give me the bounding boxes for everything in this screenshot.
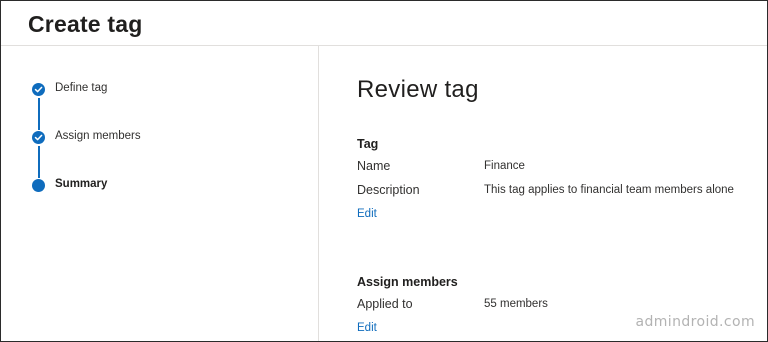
- step-label: Define tag: [55, 82, 108, 94]
- step-assign-members[interactable]: Assign members: [31, 130, 231, 146]
- step-summary[interactable]: Summary: [31, 178, 231, 194]
- panel-header: Create tag: [1, 1, 767, 46]
- name-value: Finance: [484, 160, 525, 172]
- description-value: This tag applies to financial team membe…: [484, 184, 734, 196]
- create-tag-panel: Create tag Define tag Assign members Sum…: [0, 0, 768, 342]
- review-pane: Review tag Tag Name Finance Description …: [319, 46, 767, 341]
- applied-to-label: Applied to: [357, 297, 413, 311]
- checkmark-icon: [32, 83, 45, 96]
- checkmark-icon: [32, 131, 45, 144]
- watermark: admindroid.com: [635, 314, 755, 330]
- step-label: Assign members: [55, 130, 141, 142]
- assign-members-section-title: Assign members: [357, 275, 458, 289]
- edit-members-link[interactable]: Edit: [357, 322, 377, 334]
- step-define-tag[interactable]: Define tag: [31, 82, 231, 98]
- tag-section-title: Tag: [357, 137, 379, 151]
- name-label: Name: [357, 159, 391, 173]
- step-connector: [38, 146, 40, 178]
- step-connector: [38, 98, 40, 130]
- review-title: Review tag: [357, 76, 479, 103]
- applied-to-value: 55 members: [484, 298, 548, 310]
- description-label: Description: [357, 183, 420, 197]
- wizard-steps-pane: Define tag Assign members Summary: [1, 46, 319, 341]
- edit-tag-link[interactable]: Edit: [357, 208, 377, 220]
- step-label: Summary: [55, 178, 108, 190]
- dot-icon: [32, 179, 45, 192]
- panel-title: Create tag: [28, 11, 143, 37]
